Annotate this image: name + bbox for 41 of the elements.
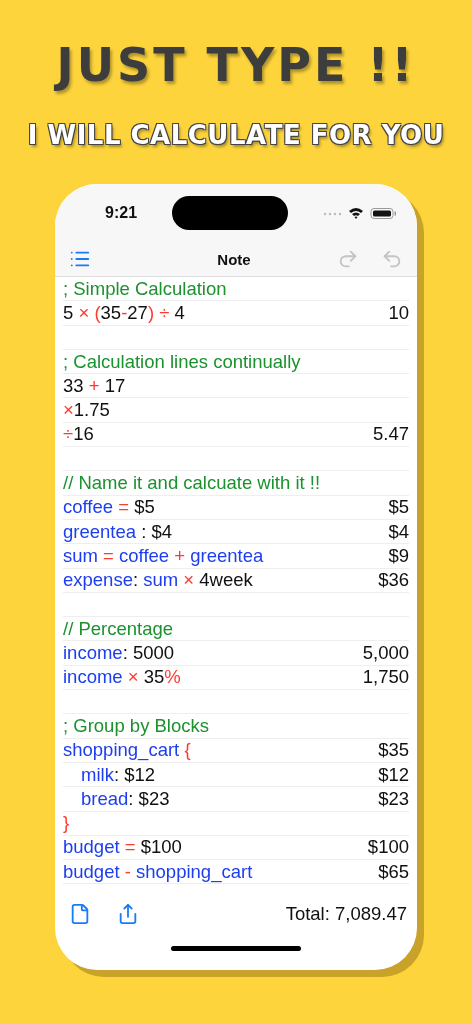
result-value: $5	[388, 496, 409, 519]
result-value: 5.47	[373, 423, 409, 446]
comment-line: // Percentage	[63, 617, 174, 640]
code-line: sum = coffee + greentea	[63, 544, 264, 567]
code-line: income × 35%	[63, 666, 181, 689]
result-value: 1,750	[362, 666, 409, 689]
comment-line: ; Calculation lines continually	[63, 350, 301, 373]
share-icon[interactable]	[117, 903, 139, 925]
comment-line: ; Simple Calculation	[63, 277, 227, 300]
document-icon[interactable]	[69, 903, 91, 925]
code-line: shopping_cart {	[63, 739, 191, 762]
code-line: expense: sum × 4week	[63, 569, 253, 592]
code-line: milk: $12	[81, 763, 156, 786]
total-label: Total: 7,089.47	[285, 903, 407, 925]
code-line: coffee = $5	[63, 496, 155, 519]
result-value: $36	[378, 569, 409, 592]
nav-title: Note	[216, 250, 252, 268]
code-line: ÷16	[63, 423, 94, 446]
result-value: $65	[378, 860, 409, 883]
code-line: ×1.75	[63, 399, 110, 422]
comment-line: ; Group by Blocks	[63, 715, 209, 737]
result-value: $35	[378, 739, 409, 762]
status-time: 9:21	[105, 204, 138, 222]
code-line: greentea : $4	[63, 520, 173, 543]
result-value: $23	[378, 787, 409, 810]
code-line: bread: $23	[81, 787, 170, 810]
code-line: income: 5000	[63, 642, 175, 665]
result-value: $4	[388, 520, 409, 543]
result-value: $12	[378, 763, 409, 786]
result-value: $9	[388, 544, 409, 567]
code-line: 5 × (35-27) ÷ 4	[63, 301, 185, 324]
code-line: 33 + 17	[63, 374, 126, 397]
result-value: 10	[388, 301, 409, 324]
code-line: budget - shopping_cart	[63, 860, 253, 883]
headline: JUST TYPE !!	[56, 38, 416, 92]
comment-line: // Name it and calcuate with it !!	[63, 472, 321, 494]
code-line: }	[63, 812, 70, 835]
result-value: 5,000	[362, 642, 409, 665]
code-line: budget = $100	[63, 836, 182, 859]
result-value: $100	[367, 836, 409, 859]
subheadline: I WILL CALCULATE FOR YOU	[27, 120, 445, 150]
